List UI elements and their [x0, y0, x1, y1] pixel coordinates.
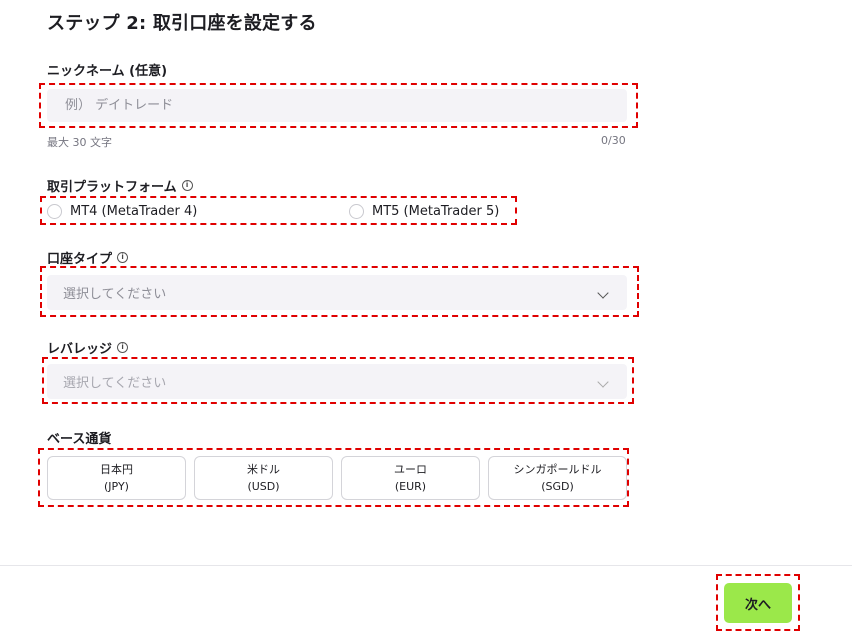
currency-name: シンガポールドル — [513, 463, 602, 476]
radio-circle-mt4[interactable] — [47, 204, 62, 219]
currency-code: (SGD) — [541, 480, 574, 493]
account-type-label: 口座タイプ i — [47, 248, 129, 267]
currency-name: 日本円 — [100, 463, 133, 476]
account-type-placeholder: 選択してください — [63, 287, 167, 302]
radio-label-mt4: MT4 (MetaTrader 4) — [70, 204, 198, 219]
platform-label: 取引プラットフォーム i — [47, 176, 193, 195]
nickname-label-text: ニックネーム (任意) — [47, 64, 168, 79]
nickname-input[interactable] — [47, 98, 627, 113]
currency-option-sgd[interactable]: シンガポールドル (SGD) — [488, 456, 627, 500]
base-currency-label-text: ベース通貨 — [47, 432, 112, 447]
currency-name: 米ドル — [247, 463, 280, 476]
radio-circle-mt5[interactable] — [349, 204, 364, 219]
currency-name: ユーロ — [394, 463, 427, 476]
account-type-select[interactable]: 選択してください — [47, 275, 627, 310]
currency-code: (JPY) — [104, 480, 129, 493]
info-icon[interactable]: i — [181, 180, 193, 191]
leverage-placeholder: 選択してください — [63, 376, 167, 391]
leverage-label-text: レバレッジ — [47, 342, 113, 357]
currency-code: (USD) — [247, 480, 280, 493]
chevron-down-icon — [597, 375, 609, 388]
nickname-helper: 最大 30 文字 — [47, 136, 112, 149]
info-icon[interactable]: i — [117, 252, 129, 263]
chevron-down-icon — [597, 286, 609, 299]
leverage-select[interactable]: 選択してください — [47, 364, 627, 399]
footer-divider — [0, 565, 852, 566]
nickname-field[interactable] — [47, 89, 627, 122]
leverage-label: レバレッジ i — [47, 338, 129, 357]
currency-option-eur[interactable]: ユーロ (EUR) — [341, 456, 480, 500]
currency-code: (EUR) — [394, 480, 427, 493]
nickname-counter: 0/30 — [601, 134, 626, 147]
page-title: ステップ 2: 取引口座を設定する — [47, 13, 317, 34]
radio-label-mt5: MT5 (MetaTrader 5) — [372, 204, 500, 219]
base-currency-label: ベース通貨 — [47, 428, 111, 447]
currency-option-jpy[interactable]: 日本円 (JPY) — [47, 456, 186, 500]
radio-mt4[interactable]: MT4 (MetaTrader 4) — [47, 204, 197, 219]
radio-mt5[interactable]: MT5 (MetaTrader 5) — [349, 204, 499, 219]
account-type-label-text: 口座タイプ — [47, 252, 113, 267]
nickname-label: ニックネーム (任意) — [47, 60, 167, 79]
currency-option-usd[interactable]: 米ドル (USD) — [194, 456, 333, 500]
next-button[interactable]: 次へ — [724, 583, 792, 623]
info-icon[interactable]: i — [117, 342, 129, 353]
platform-label-text: 取引プラットフォーム — [47, 180, 177, 195]
